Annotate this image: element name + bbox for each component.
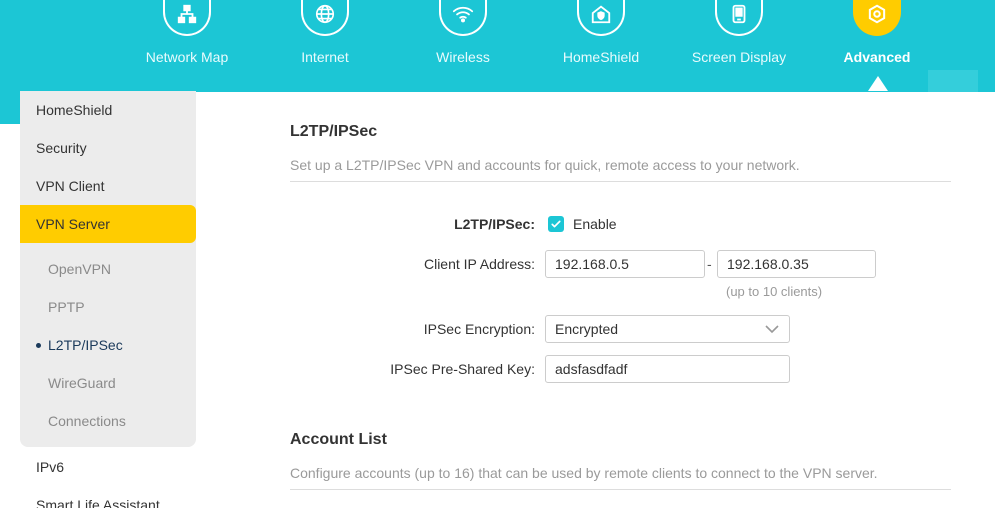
pre-shared-key-label: IPSec Pre-Shared Key: [390, 361, 535, 377]
ipsec-encryption-select[interactable]: Encrypted [545, 315, 790, 343]
nav-label: Wireless [436, 49, 490, 65]
sidebar: HomeShield Security VPN Client VPN Serve… [20, 91, 196, 508]
client-ip-start-input[interactable]: 192.168.0.5 [545, 250, 705, 278]
homeshield-icon [577, 0, 625, 36]
client-ip-hint: (up to 10 clients) [726, 284, 823, 299]
nav-label: HomeShield [562, 49, 640, 65]
chevron-down-icon [765, 325, 779, 334]
page-description: Set up a L2TP/IPSec VPN and accounts for… [290, 157, 800, 173]
sidebar-item-ipv6[interactable]: IPv6 [20, 448, 196, 486]
nav-label: Internet [301, 49, 349, 65]
nav-label: Advanced [843, 49, 911, 65]
nav-label: Network Map [145, 49, 229, 65]
sidebar-subitem-wireguard[interactable]: WireGuard [20, 364, 196, 402]
nav-label: Screen Display [691, 49, 787, 65]
ip-range-separator: - [707, 256, 712, 272]
client-ip-end-input[interactable]: 192.168.0.35 [717, 250, 876, 278]
network-map-icon [163, 0, 211, 36]
account-list-description: Configure accounts (up to 16) that can b… [290, 465, 878, 481]
client-ip-label: Client IP Address: [423, 256, 535, 272]
enable-label[interactable]: Enable [573, 216, 617, 232]
section-divider [290, 181, 951, 182]
pre-shared-key-input[interactable]: adsfasdfadf [545, 355, 790, 383]
page-title: L2TP/IPSec [290, 123, 378, 140]
top-navigation: Network Map Internet Wireless HomeShield… [0, 0, 995, 92]
header-decoration [928, 70, 978, 92]
ipsec-encryption-label: IPSec Encryption: [423, 321, 535, 337]
sidebar-subitem-connections[interactable]: Connections [20, 402, 196, 440]
account-list-divider [290, 489, 951, 490]
enable-checkbox[interactable] [548, 216, 564, 232]
sidebar-item-vpn-client[interactable]: VPN Client [20, 167, 196, 205]
active-nav-pointer [868, 76, 888, 91]
account-list-title: Account List [290, 431, 387, 448]
screen-display-icon [715, 0, 763, 36]
globe-icon [301, 0, 349, 36]
ipsec-encryption-value: Encrypted [555, 321, 619, 337]
gear-icon [853, 0, 901, 36]
sidebar-item-smart-life-assistant[interactable]: Smart Life Assistant [20, 486, 196, 508]
sidebar-item-homeshield[interactable]: HomeShield [20, 91, 196, 129]
sidebar-item-vpn-server[interactable]: VPN Server [20, 205, 196, 243]
sidebar-item-security[interactable]: Security [20, 129, 196, 167]
l2tp-ipsec-label: L2TP/IPSec: [454, 216, 535, 232]
sidebar-subitem-pptp[interactable]: PPTP [20, 288, 196, 326]
sidebar-subitem-label: L2TP/IPSec [48, 337, 123, 353]
current-indicator-dot [36, 343, 41, 348]
sidebar-subitem-l2tp-ipsec[interactable]: L2TP/IPSec [20, 326, 196, 364]
wifi-icon [439, 0, 487, 36]
check-icon [551, 220, 561, 228]
sidebar-subitem-openvpn[interactable]: OpenVPN [20, 250, 196, 288]
